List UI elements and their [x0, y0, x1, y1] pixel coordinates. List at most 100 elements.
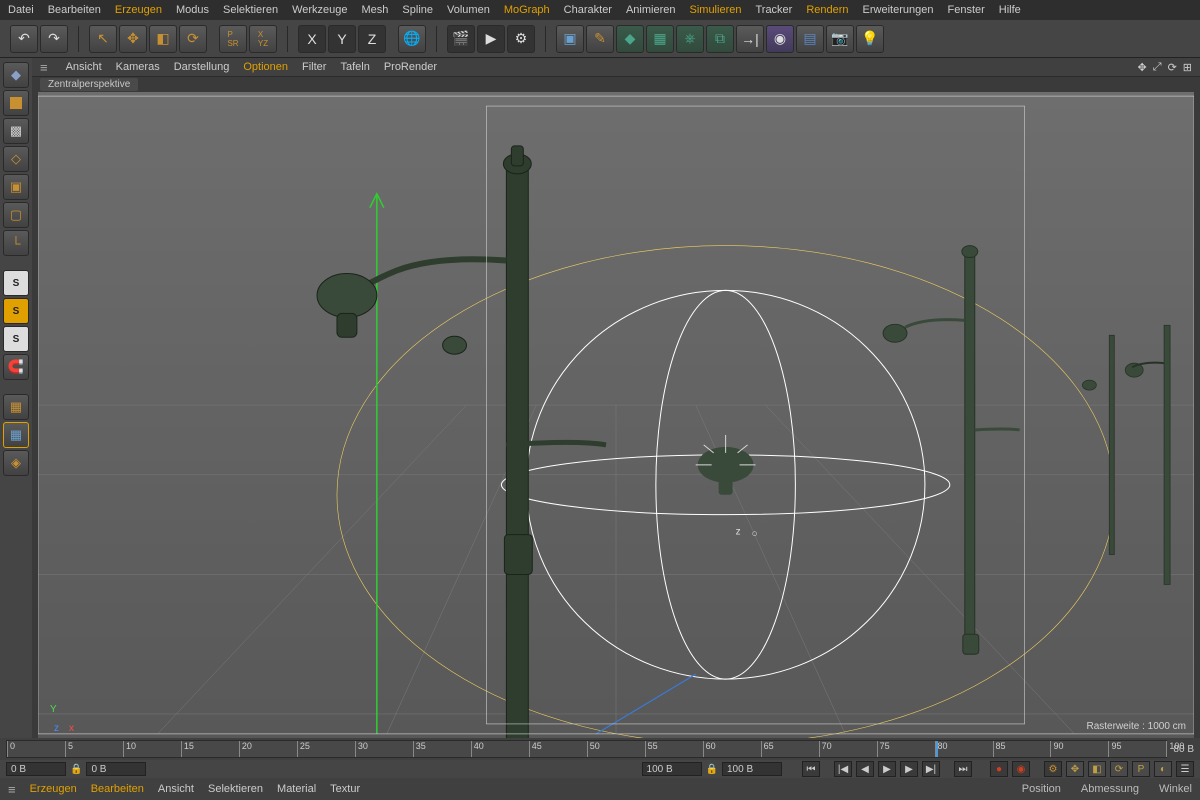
menu-werkzeuge[interactable]: Werkzeuge	[292, 4, 347, 16]
render-picture-viewer-icon[interactable]: ▶	[477, 25, 505, 53]
bottom-textur[interactable]: Textur	[330, 783, 360, 795]
bottom-erzeugen[interactable]: Erzeugen	[30, 783, 77, 795]
light-icon[interactable]: 💡	[856, 25, 884, 53]
texture-mode-icon[interactable]: ▩	[3, 118, 29, 144]
goto-end-icon[interactable]: ⏭	[954, 761, 972, 777]
goto-start-icon[interactable]: ⏮	[802, 761, 820, 777]
autokey-icon[interactable]: ◉	[1012, 761, 1030, 777]
move-tool-icon[interactable]: ✥	[119, 25, 147, 53]
prev-key-icon[interactable]: |◀	[834, 761, 852, 777]
bottom-bearbeiten[interactable]: Bearbeiten	[91, 783, 144, 795]
vpmenu-ansicht[interactable]: Ansicht	[66, 61, 102, 73]
workplane-2-icon[interactable]: ▦	[3, 422, 29, 448]
generator-3-icon[interactable]: ⎈	[676, 25, 704, 53]
menu-datei[interactable]: Datei	[8, 4, 34, 16]
3d-viewport[interactable]: z ○	[38, 92, 1194, 738]
menu-mesh[interactable]: Mesh	[362, 4, 389, 16]
world-axis-icon[interactable]: 🌐	[398, 25, 426, 53]
menu-spline[interactable]: Spline	[402, 4, 433, 16]
menu-erweiterungen[interactable]: Erweiterungen	[863, 4, 934, 16]
vpmenu-kameras[interactable]: Kameras	[116, 61, 160, 73]
loop-end-field[interactable]: 100 B	[642, 762, 702, 776]
timeline-ruler[interactable]: 0510152025303540455055606570758085909510…	[6, 740, 1167, 758]
next-frame-icon[interactable]: ▶	[900, 761, 918, 777]
make-editable-icon[interactable]: ◆	[3, 62, 29, 88]
model-mode-icon[interactable]	[3, 90, 29, 116]
generator-4-icon[interactable]: ⧉	[706, 25, 734, 53]
vpmenu-optionen[interactable]: Optionen	[243, 61, 288, 73]
menu-tracker[interactable]: Tracker	[755, 4, 792, 16]
key-scale-icon[interactable]: ◧	[1088, 761, 1106, 777]
lock-range-start-icon[interactable]: 🔒	[70, 764, 82, 775]
bottom-ansicht[interactable]: Ansicht	[158, 783, 194, 795]
axis-z-toggle[interactable]: Z	[358, 25, 386, 53]
snap-toggle-3[interactable]: S	[3, 326, 29, 352]
lock-range-end-icon[interactable]: 🔒	[706, 764, 718, 775]
menu-charakter[interactable]: Charakter	[564, 4, 612, 16]
play-icon[interactable]: ▶	[878, 761, 896, 777]
menu-rendern[interactable]: Rendern	[806, 4, 848, 16]
generator-1-icon[interactable]: ◆	[616, 25, 644, 53]
perspective-tab[interactable]: Zentralperspektive	[40, 78, 138, 91]
key-rot-icon[interactable]: ⟳	[1110, 761, 1128, 777]
menu-selektieren[interactable]: Selektieren	[223, 4, 278, 16]
menu-bearbeiten[interactable]: Bearbeiten	[48, 4, 101, 16]
point-mode-icon[interactable]: ▣	[3, 174, 29, 200]
menu-erzeugen[interactable]: Erzeugen	[115, 4, 162, 16]
key-pla-icon[interactable]: ◐	[1154, 761, 1172, 777]
vp-move-icon[interactable]: ✥	[1138, 61, 1147, 74]
undo-button[interactable]: ↶	[10, 25, 38, 53]
snap-toggle-2[interactable]: S	[3, 298, 29, 324]
menu-volumen[interactable]: Volumen	[447, 4, 490, 16]
deformer-icon[interactable]: ◉	[766, 25, 794, 53]
vpmenu-prorender[interactable]: ProRender	[384, 61, 437, 73]
vp-zoom-icon[interactable]: ⤢	[1153, 61, 1162, 74]
arrow-right-icon[interactable]: →|	[736, 25, 764, 53]
bottom-material[interactable]: Material	[277, 783, 316, 795]
vp-layout-icon[interactable]: ⊞	[1183, 61, 1192, 74]
object-mode-icon[interactable]: ◇	[3, 146, 29, 172]
menu-fenster[interactable]: Fenster	[947, 4, 984, 16]
prev-frame-icon[interactable]: ◀	[856, 761, 874, 777]
bottom-burger-icon[interactable]: ≡	[8, 782, 16, 797]
key-param-icon[interactable]: P	[1132, 761, 1150, 777]
redo-button[interactable]: ↷	[40, 25, 68, 53]
axis-y-toggle[interactable]: Y	[328, 25, 356, 53]
key-settings-icon[interactable]: ⚙	[1044, 761, 1062, 777]
xyz-toggle-icon[interactable]: XYZ	[249, 25, 277, 53]
pen-icon[interactable]: ✎	[586, 25, 614, 53]
camera-icon[interactable]: 📷	[826, 25, 854, 53]
vpmenu-tafeln[interactable]: Tafeln	[340, 61, 369, 73]
generator-2-icon[interactable]: ▦	[646, 25, 674, 53]
poly-mode-icon[interactable]: └	[3, 230, 29, 256]
render-view-icon[interactable]: 🎬	[447, 25, 475, 53]
render-settings-icon[interactable]: ⚙	[507, 25, 535, 53]
range-end-field[interactable]: 100 B	[722, 762, 782, 776]
menu-animieren[interactable]: Animieren	[626, 4, 676, 16]
scale-tool-icon[interactable]: ◧	[149, 25, 177, 53]
bottom-selektieren[interactable]: Selektieren	[208, 783, 263, 795]
environment-icon[interactable]: ▤	[796, 25, 824, 53]
range-start-field[interactable]: 0 B	[6, 762, 66, 776]
menu-simulieren[interactable]: Simulieren	[690, 4, 742, 16]
menu-mograph[interactable]: MoGraph	[504, 4, 550, 16]
vpmenu-darstellung[interactable]: Darstellung	[174, 61, 230, 73]
psr-toggle-icon[interactable]: PSR	[219, 25, 247, 53]
vp-rotate-icon[interactable]: ⟳	[1168, 61, 1177, 74]
loop-start-field[interactable]: 0 B	[86, 762, 146, 776]
next-key-icon[interactable]: ▶|	[922, 761, 940, 777]
edge-mode-icon[interactable]: ▢	[3, 202, 29, 228]
menu-hilfe[interactable]: Hilfe	[999, 4, 1021, 16]
magnet-icon[interactable]: 🧲	[3, 354, 29, 380]
snap-toggle-1[interactable]: S	[3, 270, 29, 296]
key-options-icon[interactable]: ☰	[1176, 761, 1194, 777]
viewport-menu-burger-icon[interactable]: ≡	[40, 60, 48, 75]
rotate-tool-icon[interactable]: ⟳	[179, 25, 207, 53]
axis-x-toggle[interactable]: X	[298, 25, 326, 53]
workplane-1-icon[interactable]: ▦	[3, 394, 29, 420]
key-pos-icon[interactable]: ✥	[1066, 761, 1084, 777]
select-tool-icon[interactable]: ↖	[89, 25, 117, 53]
vpmenu-filter[interactable]: Filter	[302, 61, 326, 73]
workplane-3-icon[interactable]: ◈	[3, 450, 29, 476]
primitive-cube-icon[interactable]: ▣	[556, 25, 584, 53]
